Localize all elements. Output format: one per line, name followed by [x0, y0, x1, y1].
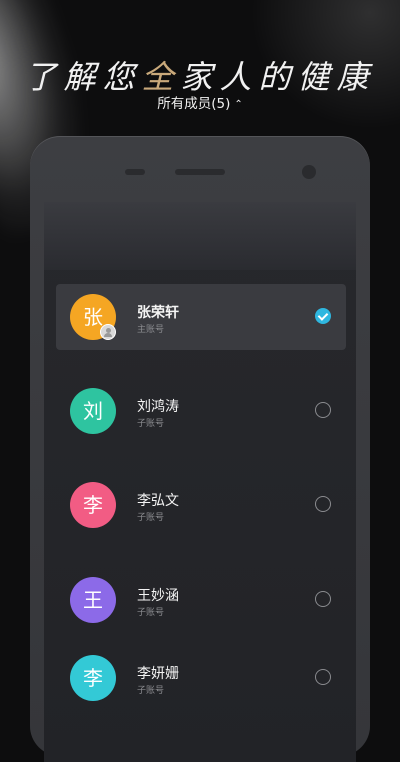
member-row-4[interactable]: 李 李妍姗 子账号	[56, 645, 346, 711]
member-name: 李弘文	[137, 493, 179, 509]
avatar: 李	[70, 655, 116, 701]
member-role: 子账号	[137, 419, 165, 429]
member-row-0[interactable]: 张 张荣轩 主账号	[56, 284, 346, 350]
headline-part1: 了解您	[24, 58, 142, 96]
member-role: 子账号	[137, 686, 165, 696]
members-dropdown-label: 所有成员(5)	[157, 96, 231, 112]
member-row-1[interactable]: 刘 刘鸿涛 子账号	[56, 378, 346, 444]
avatar: 刘	[70, 388, 116, 434]
phone-camera	[302, 165, 316, 179]
phone-speaker	[125, 169, 145, 175]
check-icon[interactable]	[315, 308, 331, 324]
screen-header	[44, 202, 356, 270]
radio-unchecked-icon[interactable]	[315, 496, 331, 512]
radio-unchecked-icon[interactable]	[315, 669, 331, 685]
member-role: 子账号	[137, 608, 165, 618]
radio-unchecked-icon[interactable]	[315, 402, 331, 418]
avatar: 李	[70, 482, 116, 528]
avatar: 王	[70, 577, 116, 623]
members-dropdown[interactable]: 所有成员(5) ⌃	[0, 92, 400, 112]
phone-earpiece	[175, 169, 225, 175]
member-role: 子账号	[137, 513, 165, 523]
member-row-2[interactable]: 李 李弘文 子账号	[56, 472, 346, 538]
member-name: 李妍姗	[137, 666, 179, 682]
member-row-3[interactable]: 王 王妙涵 子账号	[56, 567, 346, 633]
headline-highlight: 全	[141, 58, 181, 96]
chevron-up-icon: ⌃	[234, 99, 243, 110]
member-role: 主账号	[137, 325, 165, 335]
radio-unchecked-icon[interactable]	[315, 591, 331, 607]
member-name: 刘鸿涛	[137, 399, 179, 415]
headline-part2: 家人的健康	[180, 58, 376, 96]
member-name: 王妙涵	[137, 588, 179, 604]
member-name: 张荣轩	[137, 305, 179, 321]
user-icon	[100, 324, 116, 340]
